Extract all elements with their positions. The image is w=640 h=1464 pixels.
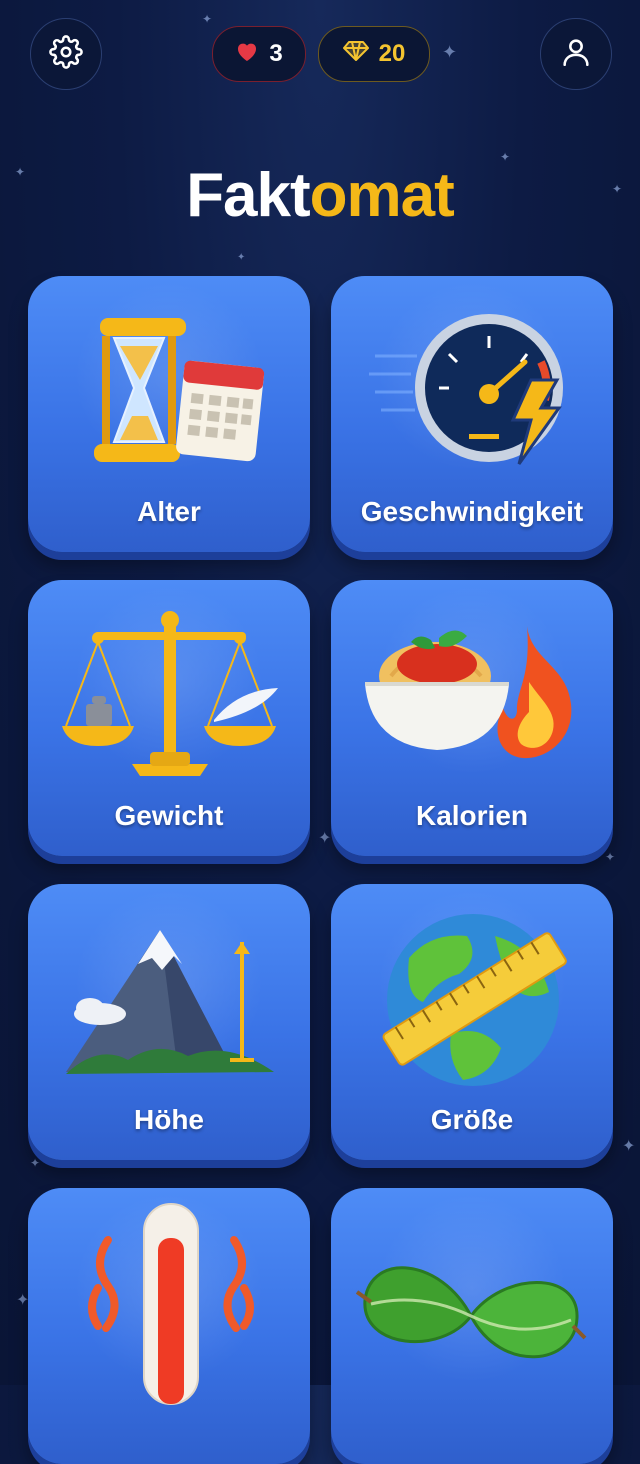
star-decoration: ✦ <box>318 830 332 847</box>
settings-button[interactable] <box>30 18 102 90</box>
category-card-infinity[interactable] <box>331 1188 613 1464</box>
diamond-icon <box>342 40 369 69</box>
star-decoration: ✦ <box>237 252 246 263</box>
hearts-counter[interactable]: 3 <box>212 26 306 82</box>
pasta-flame-icon <box>365 626 572 759</box>
app-title: Faktomat <box>186 161 455 230</box>
category-label: Alter <box>137 496 201 527</box>
gems-counter[interactable]: 20 <box>318 26 430 82</box>
star-decoration: ✦ <box>202 12 213 26</box>
category-label: Geschwindigkeit <box>360 496 584 527</box>
thermometer-icon <box>88 1203 254 1405</box>
category-label: Kalorien <box>415 800 529 831</box>
category-card-gewicht[interactable]: Gewicht <box>28 580 310 856</box>
user-icon <box>559 35 593 74</box>
category-card-kalorien[interactable]: Kalorien <box>331 580 613 856</box>
scale-icon <box>62 611 278 776</box>
category-card-geschwindigkeit[interactable]: Geschwindigkeit <box>331 276 613 552</box>
category-label: Höhe <box>134 1104 204 1135</box>
gear-icon <box>49 34 83 74</box>
category-label: Größe <box>430 1104 514 1135</box>
star-decoration: ✦ <box>605 850 616 864</box>
category-card-temperature[interactable] <box>28 1188 310 1464</box>
gems-count: 20 <box>378 40 406 67</box>
speedometer-icon <box>369 314 563 465</box>
hearts-count: 3 <box>269 40 283 67</box>
category-card-groesse[interactable]: Größe <box>331 884 613 1160</box>
heart-icon <box>235 40 259 69</box>
profile-button[interactable] <box>540 18 612 90</box>
star-decoration: ✦ <box>442 42 458 62</box>
hourglass-calendar-icon <box>94 318 265 462</box>
globe-ruler-icon <box>382 914 567 1086</box>
category-label: Gewicht <box>114 800 224 831</box>
infinity-leaf-icon <box>355 1266 587 1359</box>
category-card-hoehe[interactable]: Höhe <box>28 884 310 1160</box>
star-decoration: ✦ <box>30 1156 41 1170</box>
mountain-icon <box>66 930 274 1074</box>
star-decoration: ✦ <box>622 1138 636 1155</box>
category-card-alter[interactable]: Alter <box>28 276 310 552</box>
